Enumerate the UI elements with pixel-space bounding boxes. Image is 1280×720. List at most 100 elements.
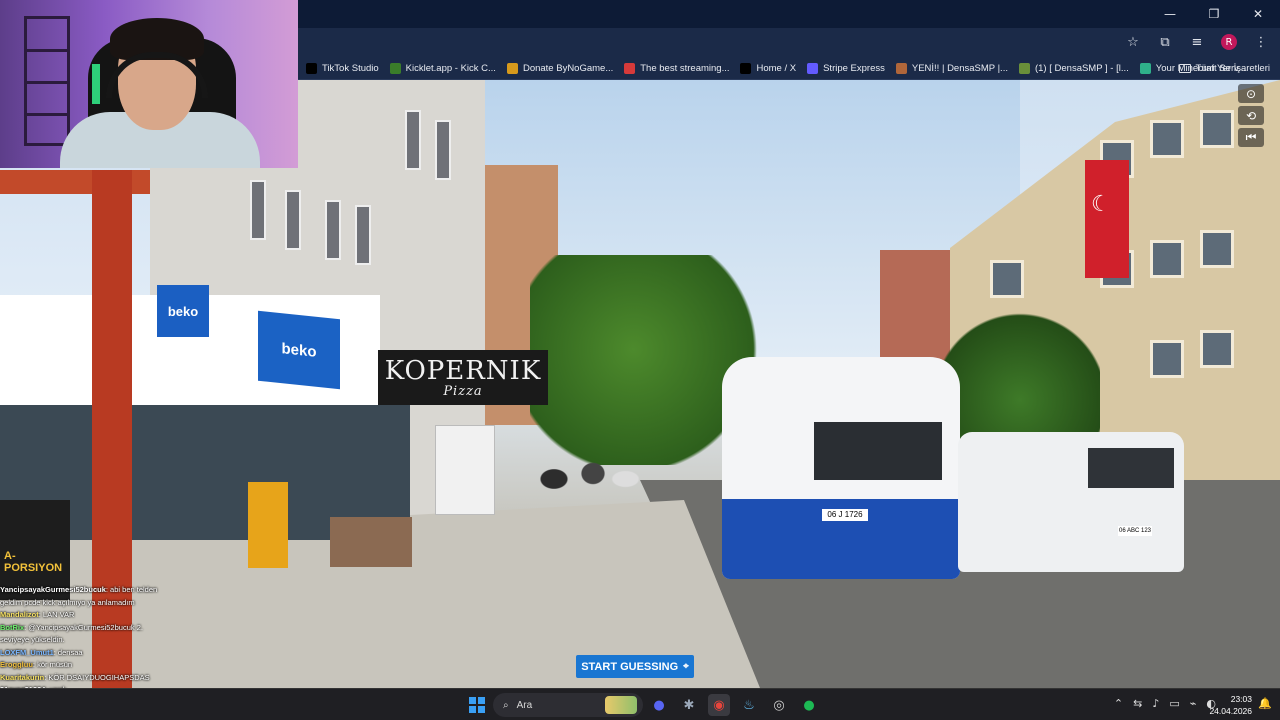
blue-minibus: 06 J 1726 bbox=[722, 357, 960, 579]
tiktok-icon bbox=[306, 62, 317, 74]
kopernik-pizza-sign: KOPERNIK Pizza bbox=[378, 350, 548, 405]
compass-icon[interactable]: ⊙ bbox=[1238, 84, 1264, 103]
network-sync-icon[interactable]: ⇆ bbox=[1133, 697, 1142, 710]
steam-icon[interactable]: ♨ bbox=[738, 694, 760, 716]
bookmark-item[interactable]: The best streaming... bbox=[624, 62, 730, 74]
start-guessing-button[interactable]: START GUESSING ⌖ bbox=[576, 655, 694, 678]
bookmark-item[interactable]: (1) [ DensaSMP ] - [l... bbox=[1018, 62, 1129, 74]
close-button[interactable]: ✕ bbox=[1236, 0, 1280, 28]
chat-username[interactable]: Mandalizot bbox=[0, 610, 39, 619]
kopernik-subtitle: Pizza bbox=[443, 384, 483, 399]
clock[interactable]: 23:03 24.04.2026 bbox=[1209, 693, 1252, 717]
chat-text: : abi ben telden bbox=[105, 585, 158, 594]
shelf bbox=[24, 16, 70, 146]
chat-username[interactable]: YancipsayakGurmesi52bucuk bbox=[0, 585, 106, 594]
screen: ☾ beko beko KOPERNIK Pizza 06 J 1726 06 … bbox=[0, 0, 1280, 720]
chat-text: : kör müsün bbox=[32, 660, 73, 669]
bynogame-icon bbox=[506, 62, 518, 74]
minimize-button[interactable]: — bbox=[1148, 0, 1192, 28]
bookmark-label: Donate ByNoGame... bbox=[522, 62, 614, 74]
system-tray: ⌃ ⇆ ♪ ▭ ⌁ ◐ bbox=[1114, 697, 1216, 710]
bookmark-item[interactable]: Donate ByNoGame... bbox=[506, 62, 614, 74]
beko-sign-large: beko bbox=[258, 310, 340, 390]
chat-username[interactable]: Kuaritakurin bbox=[0, 673, 44, 682]
bookmark-item[interactable]: Home / X bbox=[740, 62, 797, 74]
spotify-icon[interactable]: ● bbox=[798, 694, 820, 716]
washing-machines bbox=[435, 425, 495, 515]
chat-message: Eroggluu: kör müsün bbox=[0, 659, 175, 672]
minibus-plate: 06 J 1726 bbox=[822, 509, 868, 521]
chat-text: seviyeye yükseldin. bbox=[0, 635, 65, 644]
discord-icon[interactable]: ● bbox=[648, 694, 670, 716]
bookmark-list: TikTok Studio Kicklet.app - Kick C... Dona… bbox=[306, 56, 1246, 80]
chat-text: : KÖR DSAIYDUOGIHAPSDAS bbox=[44, 672, 150, 682]
notification-icon[interactable]: 🔔 bbox=[1258, 697, 1272, 710]
chat-text: : @YancipsayakGurmesi52bucuk 2. bbox=[24, 622, 143, 632]
extensions-icon[interactable]: ⧉ bbox=[1154, 32, 1176, 52]
search-icon: ⌕ bbox=[503, 699, 509, 711]
densa2-icon bbox=[1018, 62, 1030, 74]
yellow-bin bbox=[248, 482, 288, 568]
chat-username[interactable]: BotRix bbox=[0, 623, 24, 632]
media-icon[interactable]: ≡ bbox=[1186, 32, 1208, 52]
maximize-button[interactable]: ❐ bbox=[1192, 0, 1236, 28]
white-car: 06 ABC 123 bbox=[958, 432, 1184, 572]
start-button[interactable] bbox=[469, 697, 485, 713]
webcam-overlay bbox=[0, 0, 298, 168]
streetview-controls: ⊙ ⟲ ⏮ bbox=[1238, 84, 1264, 147]
search-placeholder: Ara bbox=[516, 699, 533, 711]
bookmark-label: Kicklet.app - Kick C... bbox=[405, 62, 496, 74]
chat-username[interactable]: LOXFM_Umut1 bbox=[0, 648, 54, 657]
back-to-start-icon[interactable]: ⏮ bbox=[1238, 128, 1264, 147]
display-icon[interactable]: ▭ bbox=[1169, 697, 1179, 710]
planter-bench bbox=[330, 517, 412, 567]
map-pin-icon: ⌖ bbox=[683, 661, 689, 672]
beko-sign-small: beko bbox=[157, 285, 209, 337]
minecraft-icon bbox=[1139, 62, 1151, 74]
bookmark-label: TikTok Studio bbox=[322, 62, 379, 74]
bookmark-label: Home / X bbox=[756, 62, 797, 74]
food-sign-text: A-PORSIYON bbox=[4, 550, 63, 574]
bookmark-label: (1) [ DensaSMP ] - [l... bbox=[1034, 62, 1129, 74]
refresh-icon[interactable]: ⟲ bbox=[1238, 106, 1264, 125]
bookmark-item[interactable]: YENİ!! | DensaSMP |... bbox=[895, 62, 1008, 74]
clock-date: 24.04.2026 bbox=[1209, 706, 1252, 716]
bookmark-item[interactable]: Kicklet.app - Kick C... bbox=[389, 62, 496, 74]
street-view-panorama[interactable]: ☾ beko beko KOPERNIK Pizza 06 J 1726 06 … bbox=[0, 80, 1280, 688]
chat-message: seviyeye yükseldin. bbox=[0, 634, 175, 647]
chat-text: : LAN VAR bbox=[38, 610, 75, 619]
clock-time: 23:03 bbox=[1230, 694, 1252, 704]
show-hidden-icon[interactable]: ⌃ bbox=[1114, 697, 1123, 710]
start-guessing-label: START GUESSING bbox=[581, 660, 679, 673]
taskbar-apps: ● ✱ ◉ ♨ ◎ ● bbox=[648, 694, 820, 716]
chat-text: : densaa bbox=[53, 647, 83, 657]
all-bookmarks-button[interactable]: Tüm Yer İşaretleri bbox=[1178, 56, 1270, 80]
turkish-flag: ☾ bbox=[1085, 160, 1129, 278]
x-icon bbox=[740, 62, 752, 74]
all-bookmarks-label: Tüm Yer İşaretleri bbox=[1195, 62, 1270, 74]
wifi-icon[interactable]: ⌁ bbox=[1190, 697, 1197, 710]
chat-message: Kuaritakurin: KÖR DSAIYDUOGIHAPSDAS bbox=[0, 672, 175, 685]
chat-text: geldim pcde kick açılmıyo ya anlamadım bbox=[0, 597, 135, 607]
kicklet-icon bbox=[389, 62, 401, 74]
volume-icon[interactable]: ♪ bbox=[1152, 697, 1159, 710]
bookmark-item[interactable]: TikTok Studio bbox=[306, 62, 379, 74]
profile-avatar[interactable]: R bbox=[1218, 32, 1240, 52]
bookmark-item[interactable]: Stripe Express bbox=[807, 62, 885, 74]
chat-username[interactable]: Eroggluu bbox=[0, 660, 33, 669]
toolbar-icons: ☆ ⧉ ≡ R ⋮ bbox=[1122, 32, 1272, 52]
settings-app-icon[interactable]: ✱ bbox=[678, 694, 700, 716]
star-icon[interactable]: ☆ bbox=[1122, 32, 1144, 52]
windows-taskbar: ⌕ Ara ● ✱ ◉ ♨ ◎ ● ⌃ ⇆ ♪ ▭ ⌁ ◐ 23:03 24.04.2026 🔔 bbox=[0, 688, 1280, 720]
chat-message: geldim pcde kick açılmıyo ya anlamadım bbox=[0, 597, 175, 610]
taskbar-search[interactable]: ⌕ Ara bbox=[493, 693, 643, 717]
folder-icon bbox=[1178, 63, 1191, 73]
car-plate: 06 ABC 123 bbox=[1118, 526, 1152, 536]
menu-icon[interactable]: ⋮ bbox=[1250, 32, 1272, 52]
chat-message: Mandalizot: LAN VAR bbox=[0, 609, 175, 622]
obs-icon[interactable]: ◎ bbox=[768, 694, 790, 716]
search-highlight-icon bbox=[605, 696, 637, 714]
streaming-icon bbox=[624, 62, 636, 74]
chrome-icon[interactable]: ◉ bbox=[708, 694, 730, 716]
bookmark-label: The best streaming... bbox=[640, 62, 730, 74]
